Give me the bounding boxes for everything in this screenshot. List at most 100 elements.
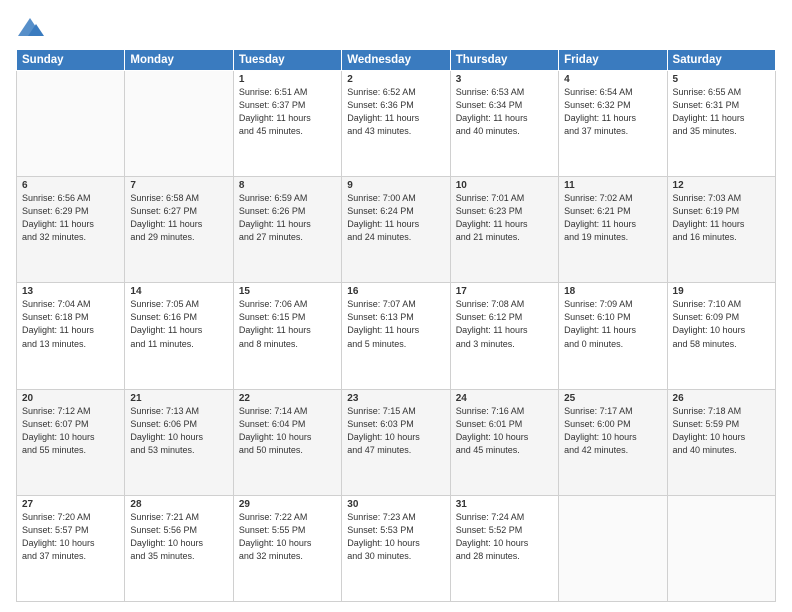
day-number: 6 — [22, 180, 119, 191]
logo — [16, 16, 46, 43]
day-detail: Sunrise: 7:05 AM Sunset: 6:16 PM Dayligh… — [130, 298, 227, 350]
day-detail: Sunrise: 7:14 AM Sunset: 6:04 PM Dayligh… — [239, 405, 336, 457]
day-number: 17 — [456, 286, 553, 297]
calendar-day-cell: 17Sunrise: 7:08 AM Sunset: 6:12 PM Dayli… — [450, 283, 558, 389]
day-detail: Sunrise: 7:16 AM Sunset: 6:01 PM Dayligh… — [456, 405, 553, 457]
day-number: 4 — [564, 74, 661, 85]
day-number: 10 — [456, 180, 553, 191]
day-number: 28 — [130, 499, 227, 510]
day-detail: Sunrise: 7:18 AM Sunset: 5:59 PM Dayligh… — [673, 405, 770, 457]
day-detail: Sunrise: 6:59 AM Sunset: 6:26 PM Dayligh… — [239, 192, 336, 244]
day-detail: Sunrise: 6:54 AM Sunset: 6:32 PM Dayligh… — [564, 86, 661, 138]
calendar-day-cell: 31Sunrise: 7:24 AM Sunset: 5:52 PM Dayli… — [450, 495, 558, 601]
day-number: 24 — [456, 393, 553, 404]
day-detail: Sunrise: 6:52 AM Sunset: 6:36 PM Dayligh… — [347, 86, 444, 138]
day-number: 11 — [564, 180, 661, 191]
calendar-day-cell: 21Sunrise: 7:13 AM Sunset: 6:06 PM Dayli… — [125, 389, 233, 495]
day-detail: Sunrise: 7:10 AM Sunset: 6:09 PM Dayligh… — [673, 298, 770, 350]
day-number: 8 — [239, 180, 336, 191]
calendar-day-cell: 29Sunrise: 7:22 AM Sunset: 5:55 PM Dayli… — [233, 495, 341, 601]
day-detail: Sunrise: 7:17 AM Sunset: 6:00 PM Dayligh… — [564, 405, 661, 457]
calendar-day-cell — [559, 495, 667, 601]
day-detail: Sunrise: 7:23 AM Sunset: 5:53 PM Dayligh… — [347, 511, 444, 563]
day-number: 29 — [239, 499, 336, 510]
day-number: 1 — [239, 74, 336, 85]
calendar-table: SundayMondayTuesdayWednesdayThursdayFrid… — [16, 49, 776, 602]
day-detail: Sunrise: 7:00 AM Sunset: 6:24 PM Dayligh… — [347, 192, 444, 244]
day-detail: Sunrise: 6:53 AM Sunset: 6:34 PM Dayligh… — [456, 86, 553, 138]
calendar-header-cell: Thursday — [450, 50, 558, 71]
day-detail: Sunrise: 7:08 AM Sunset: 6:12 PM Dayligh… — [456, 298, 553, 350]
day-number: 25 — [564, 393, 661, 404]
header — [16, 12, 776, 43]
calendar-week-row: 1Sunrise: 6:51 AM Sunset: 6:37 PM Daylig… — [17, 71, 776, 177]
day-number: 27 — [22, 499, 119, 510]
day-detail: Sunrise: 7:24 AM Sunset: 5:52 PM Dayligh… — [456, 511, 553, 563]
calendar-header-cell: Tuesday — [233, 50, 341, 71]
calendar-day-cell: 28Sunrise: 7:21 AM Sunset: 5:56 PM Dayli… — [125, 495, 233, 601]
calendar-header-cell: Sunday — [17, 50, 125, 71]
day-number: 3 — [456, 74, 553, 85]
calendar-day-cell: 18Sunrise: 7:09 AM Sunset: 6:10 PM Dayli… — [559, 283, 667, 389]
day-number: 7 — [130, 180, 227, 191]
calendar-day-cell: 7Sunrise: 6:58 AM Sunset: 6:27 PM Daylig… — [125, 177, 233, 283]
calendar-day-cell: 1Sunrise: 6:51 AM Sunset: 6:37 PM Daylig… — [233, 71, 341, 177]
day-number: 5 — [673, 74, 770, 85]
calendar-day-cell: 14Sunrise: 7:05 AM Sunset: 6:16 PM Dayli… — [125, 283, 233, 389]
calendar-body: 1Sunrise: 6:51 AM Sunset: 6:37 PM Daylig… — [17, 71, 776, 602]
calendar-day-cell: 11Sunrise: 7:02 AM Sunset: 6:21 PM Dayli… — [559, 177, 667, 283]
day-number: 18 — [564, 286, 661, 297]
day-number: 9 — [347, 180, 444, 191]
day-number: 23 — [347, 393, 444, 404]
calendar-day-cell: 9Sunrise: 7:00 AM Sunset: 6:24 PM Daylig… — [342, 177, 450, 283]
day-detail: Sunrise: 7:20 AM Sunset: 5:57 PM Dayligh… — [22, 511, 119, 563]
calendar-day-cell: 5Sunrise: 6:55 AM Sunset: 6:31 PM Daylig… — [667, 71, 775, 177]
day-number: 16 — [347, 286, 444, 297]
day-number: 26 — [673, 393, 770, 404]
day-detail: Sunrise: 7:21 AM Sunset: 5:56 PM Dayligh… — [130, 511, 227, 563]
day-detail: Sunrise: 6:51 AM Sunset: 6:37 PM Dayligh… — [239, 86, 336, 138]
calendar-day-cell: 15Sunrise: 7:06 AM Sunset: 6:15 PM Dayli… — [233, 283, 341, 389]
calendar-day-cell — [125, 71, 233, 177]
day-detail: Sunrise: 7:15 AM Sunset: 6:03 PM Dayligh… — [347, 405, 444, 457]
calendar-day-cell: 2Sunrise: 6:52 AM Sunset: 6:36 PM Daylig… — [342, 71, 450, 177]
day-detail: Sunrise: 7:06 AM Sunset: 6:15 PM Dayligh… — [239, 298, 336, 350]
day-detail: Sunrise: 7:03 AM Sunset: 6:19 PM Dayligh… — [673, 192, 770, 244]
calendar-day-cell: 22Sunrise: 7:14 AM Sunset: 6:04 PM Dayli… — [233, 389, 341, 495]
calendar-header-row: SundayMondayTuesdayWednesdayThursdayFrid… — [17, 50, 776, 71]
calendar-day-cell: 20Sunrise: 7:12 AM Sunset: 6:07 PM Dayli… — [17, 389, 125, 495]
calendar-header-cell: Friday — [559, 50, 667, 71]
page: SundayMondayTuesdayWednesdayThursdayFrid… — [0, 0, 792, 612]
day-detail: Sunrise: 7:04 AM Sunset: 6:18 PM Dayligh… — [22, 298, 119, 350]
day-detail: Sunrise: 6:55 AM Sunset: 6:31 PM Dayligh… — [673, 86, 770, 138]
calendar-day-cell — [667, 495, 775, 601]
calendar-day-cell: 30Sunrise: 7:23 AM Sunset: 5:53 PM Dayli… — [342, 495, 450, 601]
calendar-day-cell: 23Sunrise: 7:15 AM Sunset: 6:03 PM Dayli… — [342, 389, 450, 495]
calendar-day-cell — [17, 71, 125, 177]
day-number: 30 — [347, 499, 444, 510]
day-detail: Sunrise: 7:09 AM Sunset: 6:10 PM Dayligh… — [564, 298, 661, 350]
calendar-header-cell: Saturday — [667, 50, 775, 71]
calendar-day-cell: 24Sunrise: 7:16 AM Sunset: 6:01 PM Dayli… — [450, 389, 558, 495]
day-detail: Sunrise: 7:07 AM Sunset: 6:13 PM Dayligh… — [347, 298, 444, 350]
calendar-day-cell: 13Sunrise: 7:04 AM Sunset: 6:18 PM Dayli… — [17, 283, 125, 389]
day-detail: Sunrise: 7:12 AM Sunset: 6:07 PM Dayligh… — [22, 405, 119, 457]
day-detail: Sunrise: 7:01 AM Sunset: 6:23 PM Dayligh… — [456, 192, 553, 244]
day-number: 22 — [239, 393, 336, 404]
day-number: 13 — [22, 286, 119, 297]
calendar-day-cell: 10Sunrise: 7:01 AM Sunset: 6:23 PM Dayli… — [450, 177, 558, 283]
calendar-day-cell: 6Sunrise: 6:56 AM Sunset: 6:29 PM Daylig… — [17, 177, 125, 283]
day-detail: Sunrise: 7:22 AM Sunset: 5:55 PM Dayligh… — [239, 511, 336, 563]
logo-icon — [16, 16, 44, 43]
calendar-header-cell: Monday — [125, 50, 233, 71]
day-number: 12 — [673, 180, 770, 191]
day-number: 2 — [347, 74, 444, 85]
calendar-day-cell: 27Sunrise: 7:20 AM Sunset: 5:57 PM Dayli… — [17, 495, 125, 601]
calendar-week-row: 20Sunrise: 7:12 AM Sunset: 6:07 PM Dayli… — [17, 389, 776, 495]
calendar-day-cell: 16Sunrise: 7:07 AM Sunset: 6:13 PM Dayli… — [342, 283, 450, 389]
calendar-day-cell: 8Sunrise: 6:59 AM Sunset: 6:26 PM Daylig… — [233, 177, 341, 283]
calendar-day-cell: 4Sunrise: 6:54 AM Sunset: 6:32 PM Daylig… — [559, 71, 667, 177]
day-number: 19 — [673, 286, 770, 297]
day-detail: Sunrise: 6:56 AM Sunset: 6:29 PM Dayligh… — [22, 192, 119, 244]
calendar-day-cell: 12Sunrise: 7:03 AM Sunset: 6:19 PM Dayli… — [667, 177, 775, 283]
